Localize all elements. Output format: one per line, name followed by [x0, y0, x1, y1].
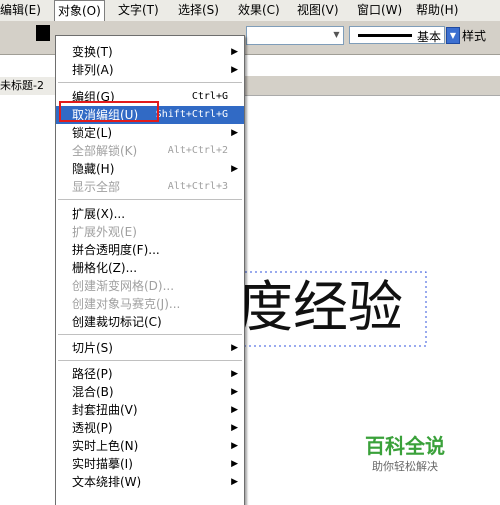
menu-item-label: 锁定(L) [72, 126, 113, 140]
menu-item-perspective[interactable]: 透视(P) ▶ [56, 419, 244, 437]
object-menu: 变换(T) ▶ 排列(A) ▶ 编组(G) Ctrl+G 取消编组(U) Shi… [55, 35, 245, 505]
menu-item-gradient-mesh[interactable]: 创建渐变网格(D)... [56, 277, 244, 295]
menu-item-label: 扩展外观(E) [72, 225, 137, 239]
menu-item-label: 实时上色(N) [72, 439, 139, 453]
menu-item-label: 创建渐变网格(D)... [72, 279, 175, 293]
menu-item-slice[interactable]: 切片(S) ▶ [56, 339, 244, 357]
submenu-arrow-icon: ▶ [231, 441, 238, 451]
menu-separator [58, 360, 242, 361]
style-label: 样式 [462, 29, 487, 43]
menu-item-flatten-transparency[interactable]: 拼合透明度(F)... [56, 241, 244, 259]
menu-item-expand[interactable]: 扩展(X)... [56, 205, 244, 223]
menu-item-label: 创建裁切标记(C) [72, 315, 162, 329]
submenu-arrow-icon: ▶ [231, 423, 238, 433]
menu-item-label: 显示全部 [72, 180, 121, 194]
chevron-down-icon[interactable]: ▼ [446, 27, 460, 44]
submenu-arrow-icon: ▶ [231, 128, 238, 138]
menu-item-hide[interactable]: 隐藏(H) ▶ [56, 160, 244, 178]
menu-item-label: 切片(S) [72, 341, 113, 355]
menu-help[interactable]: 帮助(H) [416, 0, 458, 21]
menu-item-shortcut: Ctrl+G [191, 91, 228, 102]
menu-item-label: 实时描摹(I) [72, 457, 133, 471]
canvas-left-area [0, 96, 55, 505]
menu-item-label: 拼合透明度(F)... [72, 243, 160, 257]
submenu-arrow-icon: ▶ [231, 164, 238, 174]
menu-item-arrange[interactable]: 排列(A) ▶ [56, 61, 244, 79]
menu-item-expand-appearance[interactable]: 扩展外观(E) [56, 223, 244, 241]
menu-item-crop-marks[interactable]: 创建裁切标记(C) [56, 313, 244, 331]
menu-select[interactable]: 选择(S) [178, 0, 219, 21]
menu-separator [58, 199, 242, 200]
menu-item-label: 排列(A) [72, 63, 114, 77]
submenu-arrow-icon: ▶ [231, 343, 238, 353]
submenu-arrow-icon: ▶ [231, 405, 238, 415]
menu-object[interactable]: 对象(O) [54, 0, 105, 22]
menu-item-label: 取消编组(U) [72, 108, 139, 122]
document-tab[interactable]: 未标题-2 [0, 77, 61, 95]
menu-item-label: 文本绕排(W) [72, 475, 142, 489]
menu-item-label: 变换(T) [72, 45, 113, 59]
menu-item-label: 路径(P) [72, 367, 113, 381]
menu-item-label: 栅格化(Z)... [72, 261, 138, 275]
stroke-profile-label: 基本 [417, 30, 442, 44]
menu-view[interactable]: 视图(V) [297, 0, 339, 21]
menu-item-group[interactable]: 编组(G) Ctrl+G [56, 88, 244, 106]
menu-item-label: 编组(G) [72, 90, 115, 104]
menu-separator [58, 82, 242, 83]
watermark-subtitle: 助你轻松解决 [372, 460, 438, 473]
canvas-text-object[interactable]: 度经验 [238, 272, 403, 342]
menu-item-path[interactable]: 路径(P) ▶ [56, 365, 244, 383]
menu-item-label: 扩展(X)... [72, 207, 126, 221]
menu-item-label: 全部解锁(K) [72, 144, 138, 158]
menu-item-unlock-all[interactable]: 全部解锁(K) Alt+Ctrl+2 [56, 142, 244, 160]
submenu-arrow-icon: ▶ [231, 369, 238, 379]
menu-effect[interactable]: 效果(C) [238, 0, 280, 21]
menu-item-label: 创建对象马赛克(J)... [72, 297, 181, 311]
watermark-title: 百科全说 [365, 434, 445, 458]
menu-item-label: 隐藏(H) [72, 162, 115, 176]
menu-item-text-wrap[interactable]: 文本绕排(W) ▶ [56, 473, 244, 491]
menu-item-envelope-distort[interactable]: 封套扭曲(V) ▶ [56, 401, 244, 419]
menu-item-shortcut: Shift+Ctrl+G [155, 109, 228, 120]
submenu-arrow-icon: ▶ [231, 477, 238, 487]
stroke-weight-field[interactable] [246, 26, 344, 45]
menu-item-label: 封套扭曲(V) [72, 403, 138, 417]
submenu-arrow-icon: ▶ [231, 387, 238, 397]
menu-item-label: 混合(B) [72, 385, 114, 399]
submenu-arrow-icon: ▶ [231, 65, 238, 75]
submenu-arrow-icon: ▶ [231, 459, 238, 469]
menu-item-lock[interactable]: 锁定(L) ▶ [56, 124, 244, 142]
menu-item-shortcut: Alt+Ctrl+2 [167, 145, 228, 156]
menu-window[interactable]: 窗口(W) [357, 0, 402, 21]
stroke-profile-select[interactable]: 基本 [349, 26, 445, 44]
submenu-arrow-icon: ▶ [231, 47, 238, 57]
menu-item-shortcut: Alt+Ctrl+3 [167, 181, 228, 192]
fill-swatch[interactable] [36, 25, 50, 41]
menu-item-blend[interactable]: 混合(B) ▶ [56, 383, 244, 401]
menu-item-object-mosaic[interactable]: 创建对象马赛克(J)... [56, 295, 244, 313]
menu-bar: 编辑(E) 对象(O) 文字(T) 选择(S) 效果(C) 视图(V) 窗口(W… [0, 0, 500, 22]
menu-item-live-trace[interactable]: 实时描摹(I) ▶ [56, 455, 244, 473]
menu-item-transform[interactable]: 变换(T) ▶ [56, 43, 244, 61]
menu-item-label: 透视(P) [72, 421, 113, 435]
menu-item-ungroup[interactable]: 取消编组(U) Shift+Ctrl+G [56, 106, 244, 124]
chevron-down-icon[interactable]: ▼ [331, 27, 342, 42]
tab-strip [245, 76, 500, 96]
menu-item-rasterize[interactable]: 栅格化(Z)... [56, 259, 244, 277]
menu-type[interactable]: 文字(T) [118, 0, 159, 21]
menu-item-show-all[interactable]: 显示全部 Alt+Ctrl+3 [56, 178, 244, 196]
menu-separator [58, 334, 242, 335]
menu-edit[interactable]: 编辑(E) [0, 0, 41, 21]
menu-item-live-paint[interactable]: 实时上色(N) ▶ [56, 437, 244, 455]
stroke-line-icon [358, 34, 412, 37]
